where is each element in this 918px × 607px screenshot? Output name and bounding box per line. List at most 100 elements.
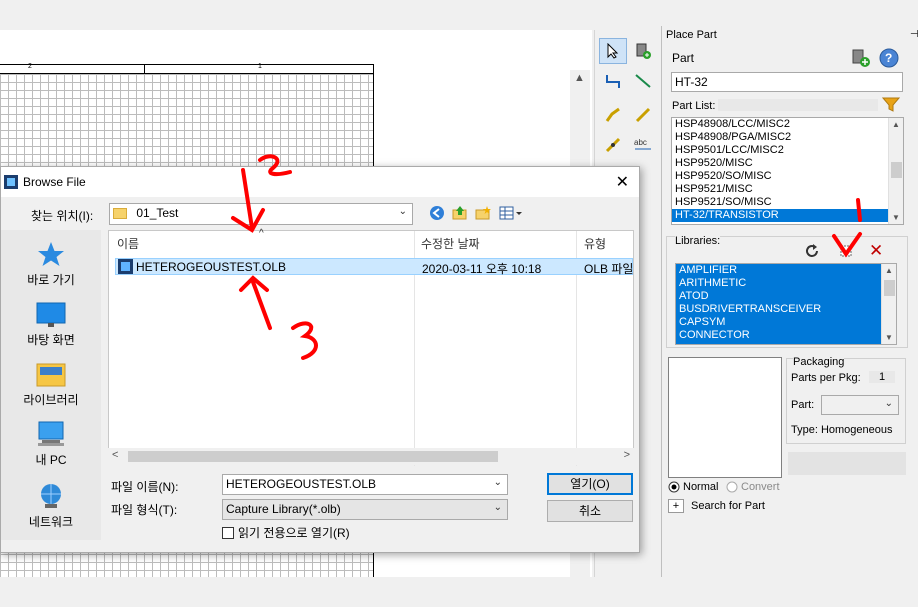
- packaging-group: Packaging Parts per Pkg: 1 Part: ⌄ Type:…: [786, 356, 906, 444]
- scroll-up-icon[interactable]: ▲: [892, 120, 900, 129]
- place-label: 바탕 화면: [27, 333, 75, 347]
- file-type: OLB 파일: [584, 262, 634, 276]
- cancel-button[interactable]: 취소: [547, 500, 633, 522]
- chevron-down-icon[interactable]: ⌄: [494, 477, 502, 488]
- place-quick-access[interactable]: 바로 가기: [1, 240, 101, 288]
- radio-normal[interactable]: Normal: [668, 481, 718, 493]
- list-item[interactable]: HSP9521/SO/MISC: [672, 196, 903, 209]
- refresh-icon[interactable]: [803, 242, 821, 263]
- filetype-select[interactable]: Capture Library(*.olb) ⌄: [222, 499, 508, 520]
- new-folder-icon[interactable]: [475, 205, 491, 224]
- readonly-checkbox[interactable]: 읽기 전용으로 열기(R): [222, 524, 350, 541]
- list-item[interactable]: ATOD: [676, 290, 896, 303]
- net-alias-tool-icon[interactable]: abc: [629, 132, 657, 158]
- filename-input[interactable]: HETEROGEOUSTEST.OLB ⌄: [222, 474, 508, 495]
- chevron-down-icon: ⌄: [493, 502, 502, 513]
- remove-library-icon[interactable]: ✕: [869, 241, 883, 261]
- panel-title: Place Part: [666, 29, 717, 41]
- ruler-label-1: 1: [258, 63, 262, 70]
- list-item[interactable]: CAPSYM: [676, 316, 896, 329]
- list-item[interactable]: HSP9520/SO/MISC: [672, 170, 903, 183]
- pin-icon[interactable]: ⊣: [910, 29, 918, 40]
- back-icon[interactable]: [429, 205, 445, 224]
- file-list-horizontal-scrollbar[interactable]: < >: [108, 448, 634, 465]
- net-group-tool-icon[interactable]: [629, 68, 657, 94]
- dialog-titlebar[interactable]: Browse File ✕: [1, 167, 639, 197]
- readonly-label: 읽기 전용으로 열기(R): [238, 526, 350, 540]
- place-desktop[interactable]: 바탕 화면: [1, 302, 101, 348]
- scrollbar-thumb[interactable]: [884, 280, 895, 296]
- file-list[interactable]: 이름 ^ 수정한 날짜 유형 HETEROGEOUSTEST.OLB 2020-…: [108, 228, 634, 466]
- ruler-label-2: 2: [28, 63, 32, 70]
- list-item[interactable]: HSP9501/LCC/MISC2: [672, 144, 903, 157]
- add-library-icon[interactable]: [850, 47, 872, 72]
- part-name-input[interactable]: HT-32: [671, 72, 903, 92]
- place-part-panel: Place Part ⊣ Part ? HT-32 Part List: HSP…: [661, 26, 918, 577]
- list-item[interactable]: AMPLIFIER: [676, 264, 896, 277]
- table-row[interactable]: HETEROGEOUSTEST.OLB 2020-03-11 오후 10:18 …: [115, 258, 634, 277]
- parts-per-pkg-label: Parts per Pkg:: [791, 372, 861, 384]
- column-header-type[interactable]: 유형: [584, 235, 606, 252]
- select-tool-icon[interactable]: [599, 38, 627, 64]
- help-icon[interactable]: ?: [878, 47, 900, 72]
- radio-convert[interactable]: Convert: [726, 481, 780, 493]
- scroll-up-icon[interactable]: ▲: [574, 72, 585, 84]
- olb-file-icon: [118, 259, 133, 277]
- list-item[interactable]: ARITHMETIC: [676, 277, 896, 290]
- list-item[interactable]: HSP48908/PGA/MISC2: [672, 131, 903, 144]
- scrollbar-thumb[interactable]: [128, 451, 498, 462]
- wire-tool-icon[interactable]: [599, 68, 627, 94]
- column-header-modified[interactable]: 수정한 날짜: [421, 235, 480, 252]
- list-item-selected[interactable]: HT-32/TRANSISTOR: [672, 209, 903, 222]
- open-button[interactable]: 열기(O): [547, 473, 633, 495]
- view-menu-icon[interactable]: [499, 205, 525, 224]
- filter-field[interactable]: [718, 99, 878, 111]
- look-in-select[interactable]: 01_Test ⌄: [109, 203, 413, 225]
- scroll-left-icon[interactable]: <: [112, 449, 118, 461]
- svg-text:abc: abc: [634, 138, 647, 147]
- scroll-up-icon[interactable]: ▲: [885, 266, 893, 275]
- type-text: Type: Homogeneous: [791, 424, 893, 436]
- scrollbar-thumb[interactable]: [891, 162, 902, 178]
- column-header-name[interactable]: 이름: [117, 235, 139, 252]
- search-for-part-label[interactable]: Search for Part: [691, 500, 765, 512]
- checkbox-box[interactable]: [222, 526, 234, 539]
- scroll-down-icon[interactable]: ▼: [885, 333, 893, 342]
- list-item[interactable]: CONNECTOR: [676, 329, 896, 342]
- up-folder-icon[interactable]: [452, 205, 468, 224]
- bus-entry-tool-icon[interactable]: [629, 102, 657, 128]
- part-list-label: Part List:: [672, 100, 716, 112]
- network-icon: [41, 484, 61, 508]
- libraries-scrollbar[interactable]: ▲ ▼: [881, 264, 896, 344]
- scroll-down-icon[interactable]: ▼: [892, 213, 900, 222]
- file-name: HETEROGEOUSTEST.OLB: [136, 260, 287, 274]
- close-icon[interactable]: ✕: [616, 172, 629, 192]
- svg-text:?: ?: [885, 51, 892, 65]
- list-item[interactable]: HSP9521/MISC: [672, 183, 903, 196]
- filetype-label: 파일 형식(T):: [111, 503, 178, 517]
- place-network[interactable]: 네트워크: [1, 482, 101, 530]
- place-label: 내 PC: [35, 453, 67, 467]
- chevron-down-icon: ⌄: [398, 206, 407, 217]
- filetype-value: Capture Library(*.olb): [226, 502, 341, 516]
- title-block-ruler: 2 1: [0, 63, 374, 75]
- part-select[interactable]: ⌄: [821, 395, 899, 415]
- libraries-list[interactable]: AMPLIFIER ARITHMETIC ATOD BUSDRIVERTRANS…: [675, 263, 897, 345]
- radio-convert-label: Convert: [741, 481, 780, 493]
- junction-tool-icon[interactable]: [599, 132, 627, 158]
- place-libraries[interactable]: 라이브러리: [1, 362, 101, 408]
- bus-tool-icon[interactable]: [599, 102, 627, 128]
- place-this-pc[interactable]: 내 PC: [1, 420, 101, 468]
- list-item[interactable]: BUSDRIVERTRANSCEIVER: [676, 303, 896, 316]
- search-expander[interactable]: +: [668, 499, 684, 513]
- list-item[interactable]: HSP48908/LCC/MISC2: [672, 118, 903, 131]
- filter-icon[interactable]: [881, 96, 901, 115]
- sort-ascending-icon: ^: [259, 228, 264, 239]
- part-select-label: Part:: [791, 399, 815, 411]
- list-item[interactable]: HSP9520/MISC: [672, 157, 903, 170]
- add-library-file-icon[interactable]: [839, 244, 853, 261]
- part-list-scrollbar[interactable]: ▲ ▼: [888, 118, 903, 224]
- scroll-right-icon[interactable]: >: [624, 449, 630, 461]
- place-part-tool-icon[interactable]: [629, 38, 657, 64]
- part-list[interactable]: HSP48908/LCC/MISC2 HSP48908/PGA/MISC2 HS…: [671, 117, 904, 225]
